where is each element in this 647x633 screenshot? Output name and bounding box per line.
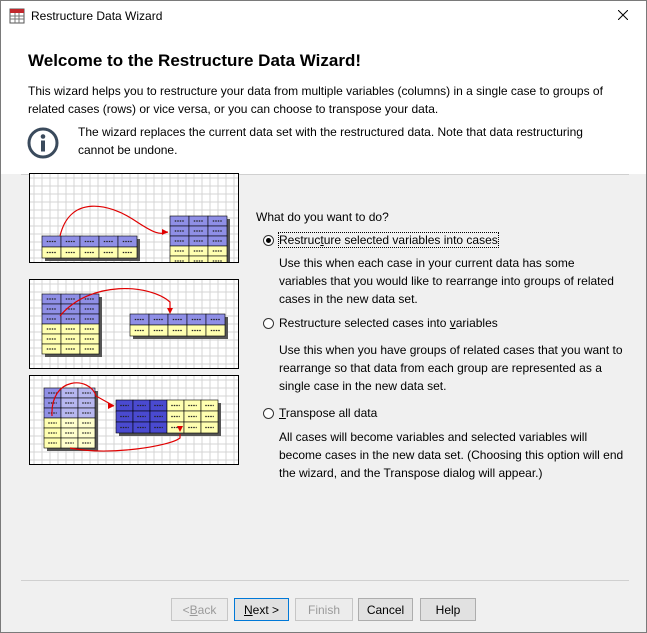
radio-button[interactable]: [263, 407, 274, 419]
close-icon: [617, 9, 629, 23]
info-icon: [26, 126, 60, 160]
help-button[interactable]: Help: [420, 598, 476, 621]
radio-label-vars-to-cases: Restructure selected variables into case…: [278, 232, 499, 248]
illustration-graphic: [30, 376, 238, 464]
wizard-header: Welcome to the Restructure Data Wizard! …: [1, 31, 646, 174]
footer-divider: [21, 580, 629, 581]
illustration-transpose: [29, 375, 239, 465]
window-title: Restructure Data Wizard: [31, 9, 163, 23]
info-message: The wizard replaces the current data set…: [78, 125, 583, 157]
question-label: What do you want to do?: [256, 210, 389, 224]
title-bar: Restructure Data Wizard: [1, 1, 646, 31]
next-button[interactable]: Next >: [234, 598, 289, 621]
radio-button[interactable]: [263, 234, 274, 246]
page-title: Welcome to the Restructure Data Wizard!: [28, 51, 361, 70]
back-button[interactable]: < Back: [171, 598, 228, 621]
illustration-graphic: [30, 174, 238, 262]
radio-button[interactable]: [263, 317, 274, 329]
radio-transpose[interactable]: Transpose all data: [263, 406, 377, 420]
intro-text: This wizard helps you to restructure you…: [28, 84, 603, 116]
wizard-window: Restructure Data Wizard Welcome to the R…: [0, 0, 647, 633]
illustration-vars-to-cases: [29, 173, 239, 263]
desc-transpose: All cases will become variables and sele…: [279, 430, 624, 480]
radio-label-transpose: Transpose all data: [279, 406, 378, 420]
illustration-graphic: [30, 280, 238, 368]
finish-button[interactable]: Finish: [295, 598, 353, 621]
radio-cases-to-vars[interactable]: Restructure selected cases into variable…: [263, 316, 498, 330]
desc-cases-to-vars: Use this when you have groups of related…: [279, 343, 623, 393]
illustration-cases-to-vars: [29, 279, 239, 369]
desc-vars-to-cases: Use this when each case in your current …: [279, 256, 614, 306]
radio-vars-to-cases[interactable]: Restructure selected variables into case…: [263, 232, 499, 248]
radio-label-cases-to-vars: Restructure selected cases into variable…: [279, 316, 498, 330]
close-button[interactable]: [600, 1, 646, 31]
app-icon: [9, 8, 25, 24]
cancel-button[interactable]: Cancel: [358, 598, 413, 621]
